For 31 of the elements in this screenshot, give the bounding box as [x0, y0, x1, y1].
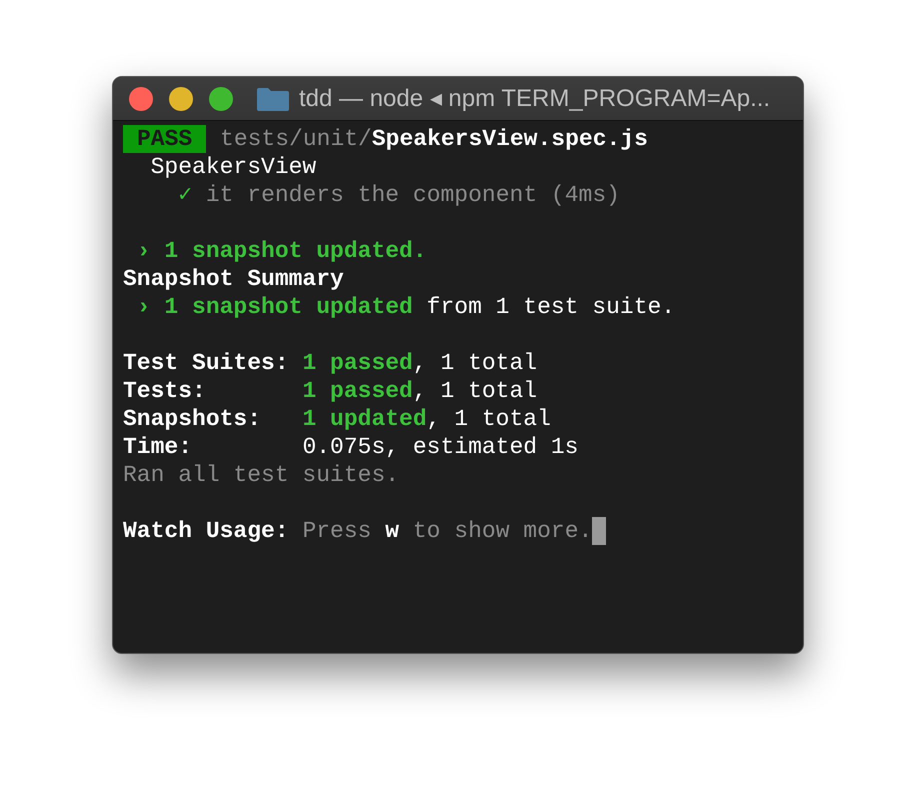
terminal-text: 1 passed	[302, 349, 413, 377]
terminal-text: Time:	[123, 433, 194, 461]
terminal-text: Press	[302, 517, 372, 545]
folder-icon	[257, 86, 289, 110]
terminal-text: it renders the component (4ms)	[204, 181, 620, 209]
terminal-text: to show more.	[412, 517, 592, 545]
terminal-text: Test Suites:	[123, 349, 290, 377]
terminal-text: w	[385, 517, 400, 545]
terminal-text: Watch Usage:	[123, 517, 290, 545]
terminal-text: SpeakersView	[150, 153, 316, 181]
terminal-text: 1 updated	[302, 405, 427, 433]
terminal-text: › 1 snapshot updated.	[136, 237, 427, 265]
terminal-text: Snapshot Summary	[123, 265, 344, 293]
terminal-text: from 1 test suite.	[426, 293, 676, 321]
terminal-text: tests/unit/	[219, 125, 372, 153]
terminal-text: , 1 total	[412, 349, 538, 377]
zoom-button[interactable]	[209, 86, 233, 110]
terminal-text: SpeakersView.spec.js	[372, 125, 648, 153]
terminal-text: , 1 total	[426, 405, 551, 433]
minimize-button[interactable]	[169, 86, 193, 110]
close-button[interactable]	[129, 86, 153, 110]
terminal-text: Tests:	[123, 377, 207, 405]
status-badge: PASS	[123, 125, 206, 153]
terminal-text: ✓	[177, 181, 192, 209]
terminal-text: 1 passed	[302, 377, 413, 405]
terminal-text: Ran all test suites.	[123, 461, 400, 489]
terminal-text: › 1 snapshot updated	[136, 293, 413, 321]
terminal-text: , 1 total	[412, 377, 538, 405]
terminal-text: 0.075s, estimated 1s	[302, 433, 578, 461]
window-title: tdd — node ◂ npm TERM_PROGRAM=Ap...	[299, 84, 770, 114]
terminal-text: Snapshots:	[123, 405, 262, 433]
